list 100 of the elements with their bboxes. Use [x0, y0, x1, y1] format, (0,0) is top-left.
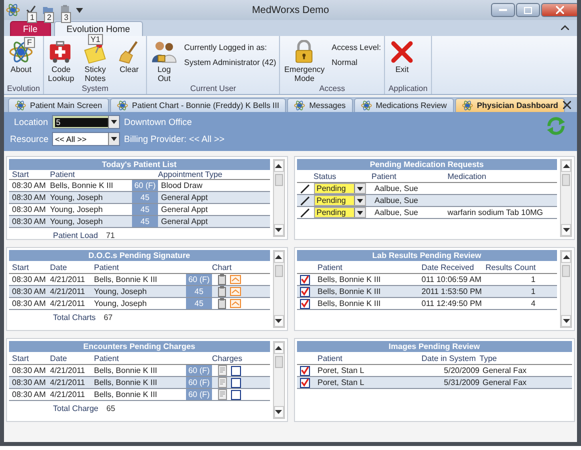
table-cell-text: 08:30 AM [12, 193, 47, 202]
panel-title: Encounters Pending Charges [9, 341, 270, 352]
column-header: Patient [50, 170, 76, 179]
column-header: Results Count [486, 262, 537, 272]
table-cell-text: 5/20/2009 [442, 366, 480, 375]
table-cell-text: 4/21/2011 [50, 390, 86, 399]
duration-cell: 60 (F) [186, 377, 212, 388]
info-value: System Administrator (42) [184, 58, 276, 67]
table-cell-text: Bells, Bonnie K III [318, 275, 382, 284]
office-name: Downtown Office [124, 117, 192, 127]
duration-cell: 45 [186, 286, 212, 297]
table-cell-text: 011 10:06:59 AM [422, 275, 482, 284]
table-cell-text: 08:30 AM [12, 299, 47, 308]
duration-cell: 45 [132, 216, 158, 227]
table-cell-text: Bells, Bonnie K III [94, 390, 158, 399]
column-header: Date Received [422, 262, 475, 272]
keytip-tooltip: 1 [27, 12, 38, 23]
footer-label: Total Charge [53, 404, 98, 413]
column-header: Patient [94, 262, 120, 272]
group-label: System [80, 84, 110, 94]
table-cell-text: 08:30 AM [12, 366, 47, 375]
column-header: Patient [94, 354, 120, 362]
table-cell-text: General Fax [482, 366, 528, 375]
table-cell-text: Aalbue, Sue [374, 196, 420, 205]
group-label: Evolution [7, 84, 40, 94]
table-cell-text: General Fax [482, 378, 528, 387]
table-cell-text: 4/21/2011 [50, 366, 86, 375]
field-label: Location [12, 117, 48, 127]
table-cell-text: 5/31/2009 [442, 378, 480, 387]
table-cell-text: 4/21/2011 [50, 275, 86, 284]
duration-cell: 45 [132, 204, 158, 215]
table-cell-text: General Appt [160, 193, 209, 202]
table-cell-text: 1 [530, 275, 536, 284]
info-value: Normal [332, 58, 358, 67]
table-cell-text: 4/21/2011 [50, 287, 86, 296]
table-cell-text: 08:30 AM [12, 181, 47, 190]
table-cell-text: 1 [530, 287, 536, 296]
column-header: Type [480, 354, 498, 362]
footer-value: 65 [106, 404, 116, 413]
column-header: Status [314, 172, 338, 180]
panel-title: Pending Medication Requests [296, 159, 557, 170]
table-cell-text: Young, Joseph [50, 217, 104, 226]
column-header: Chart [212, 262, 233, 272]
duration-cell: 45 [186, 298, 212, 309]
billing-provider: Billing Provider: << All >> [124, 134, 225, 144]
table-cell-text: Poret, Stan L [318, 378, 366, 387]
duration-cell: 45 [132, 192, 158, 203]
table-cell-text: warfarin sodium Tab 10MG [448, 208, 544, 217]
table-cell-text: Aalbue, Sue [374, 208, 420, 217]
info-label: Currently Logged in as: [184, 43, 268, 52]
column-header: Appointment Type [158, 170, 224, 179]
table-cell-text: 4/21/2011 [50, 378, 86, 387]
column-header: Date [50, 262, 68, 272]
footer-value: 67 [104, 313, 113, 322]
table-cell-text: 08:30 AM [12, 217, 47, 226]
keytip-tooltip: F [24, 37, 35, 48]
table-cell-text: 4/21/2011 [50, 299, 86, 308]
info-label: Access Level: [332, 43, 382, 52]
footer-label: Total Charts [53, 313, 96, 322]
column-header: Start [12, 170, 30, 179]
table-cell-text: Bells, Bonnie K III [318, 287, 382, 296]
table-cell-text: Aalbue, Sue [374, 184, 420, 193]
table-cell-text: 08:30 AM [12, 378, 47, 387]
table-cell-text: 2011 1:53:50 PM [422, 287, 483, 296]
column-header: Charges [212, 354, 244, 362]
column-header: Start [12, 262, 30, 272]
table-cell-text: General Appt [160, 205, 209, 214]
column-header: Patient [318, 354, 344, 362]
column-header: Date [50, 354, 68, 362]
column-header: Date in System [422, 354, 477, 362]
column-header: Medication [448, 172, 488, 180]
duration-cell: 60 (F) [186, 389, 212, 400]
table-cell-text: Poret, Stan L [318, 366, 366, 375]
table-cell-text: Young, Joseph [50, 205, 104, 214]
footer-label: Patient Load [53, 231, 98, 240]
panel-title: Today's Patient List [9, 159, 270, 170]
table-cell-text: Bells, Bonnie K III [94, 275, 158, 284]
footer-value: 71 [106, 231, 115, 240]
table-cell-text: Bells, Bonnie K III [318, 299, 382, 308]
group-label: Current User [189, 84, 238, 94]
table-cell-text: Young, Joseph [94, 287, 148, 296]
table-cell-text: 4 [530, 299, 536, 308]
table-cell-text: Young, Joseph [94, 299, 148, 308]
table-cell-text: Young, Joseph [50, 193, 104, 202]
keytip-tooltip: 2 [44, 12, 54, 23]
table-cell-text: 08:30 AM [12, 275, 47, 284]
table-cell-text: Blood Draw [160, 181, 204, 190]
group-label: Application [388, 84, 428, 94]
table-cell-text: Bells, Bonnie K III [94, 366, 158, 375]
table-cell-text: 011 12:49:50 PM [422, 299, 483, 308]
field-label: Resource [10, 134, 48, 144]
table-cell-text: Bells, Bonnie K III [94, 378, 158, 387]
table-cell-text: General Appt [160, 217, 209, 226]
table-cell-text: 08:30 AM [12, 390, 47, 399]
duration-cell: 60 (F) [186, 274, 212, 285]
group-label: Access [318, 84, 346, 94]
keytip-tooltip: 3 [61, 12, 72, 23]
column-header: Patient [372, 172, 398, 180]
panel-title: Images Pending Review [296, 341, 572, 352]
table-cell-text: 08:30 AM [12, 287, 47, 296]
